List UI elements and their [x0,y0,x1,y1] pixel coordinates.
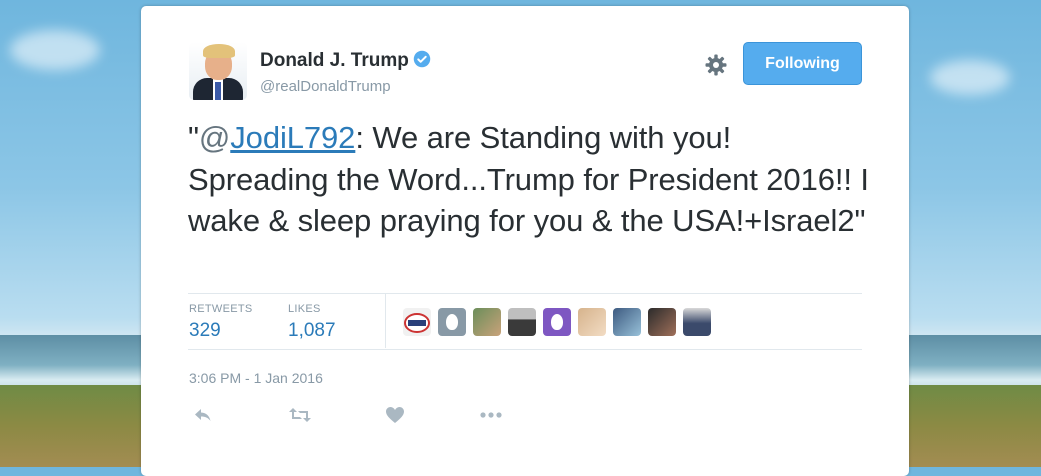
more-button[interactable] [477,404,505,426]
user-name-text[interactable]: Donald J. Trump [260,50,409,71]
more-icon [480,412,502,418]
profile-avatar[interactable] [189,42,247,100]
background-cloud [10,30,100,70]
user-handle[interactable]: @realDonaldTrump [260,78,391,95]
mention-username[interactable]: JodiL792 [230,120,355,155]
retweet-icon [289,408,311,422]
liker-avatar[interactable] [578,308,606,336]
following-button[interactable]: Following [743,42,862,85]
like-icon [386,407,404,423]
verified-badge-icon [413,50,431,68]
tweet-text: "@JodiL792: We are Standing with you! Sp… [188,117,878,242]
liker-avatar[interactable] [683,308,711,336]
tweet-timestamp[interactable]: 3:06 PM - 1 Jan 2016 [189,370,323,386]
reply-button[interactable] [189,404,217,426]
tweet-card: Donald J. Trump @realDonaldTrump Followi… [141,6,909,476]
retweet-button[interactable] [286,404,314,426]
liker-avatar[interactable] [613,308,641,336]
liker-avatar[interactable] [473,308,501,336]
like-button[interactable] [381,404,409,426]
retweets-count[interactable]: 329 [189,320,253,342]
likes-label: LIKES [288,303,321,315]
gear-icon[interactable] [704,53,728,77]
liker-avatar[interactable] [648,308,676,336]
reply-icon [195,409,211,421]
user-name[interactable]: Donald J. Trump [260,50,431,72]
open-quote: " [188,120,199,155]
mention-link[interactable]: @JodiL792 [199,120,356,155]
mention-at[interactable]: @ [199,120,230,155]
liker-avatar[interactable] [438,308,466,336]
stats-bottom-divider [188,349,862,350]
stats-separator [385,294,386,348]
likes-count[interactable]: 1,087 [288,320,336,342]
background-cloud [930,60,1010,95]
retweets-stat[interactable]: RETWEETS 329 [189,303,253,342]
liker-avatar[interactable] [403,308,431,336]
liker-avatar[interactable] [543,308,571,336]
likes-stat[interactable]: LIKES 1,087 [288,303,336,342]
retweets-label: RETWEETS [189,303,253,315]
liker-avatar[interactable] [508,308,536,336]
stats-top-divider [188,293,862,294]
